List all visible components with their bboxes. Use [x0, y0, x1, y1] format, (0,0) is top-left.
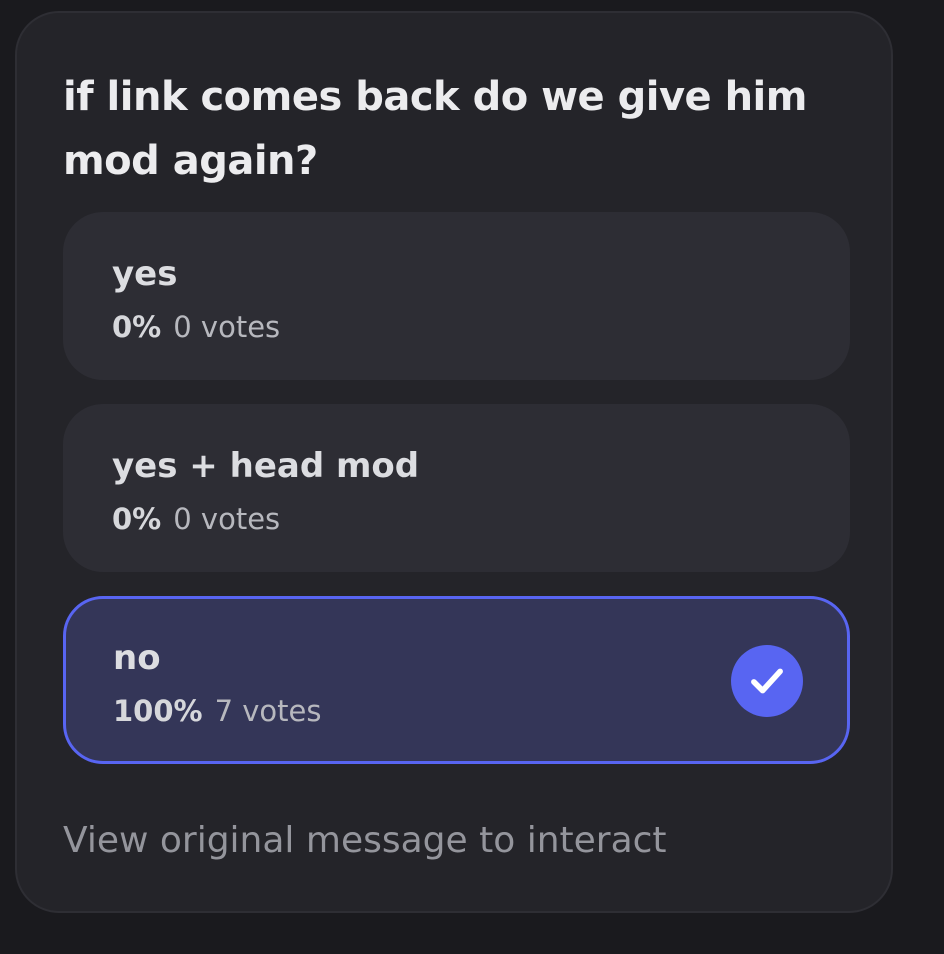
checkmark-icon	[731, 645, 803, 717]
poll-option-no[interactable]: no 100% 7 votes	[63, 596, 850, 764]
poll-option-percent: 0%	[112, 502, 162, 536]
poll-card: if link comes back do we give him mod ag…	[15, 11, 893, 913]
poll-option-votes: 0 votes	[173, 502, 281, 536]
poll-option-stats: 100% 7 votes	[113, 693, 322, 729]
checkmark-icon-glyph	[751, 668, 783, 694]
poll-option-label: yes	[112, 254, 178, 294]
poll-option-votes: 7 votes	[214, 694, 322, 728]
poll-option-percent: 0%	[112, 310, 162, 344]
poll-option-votes: 0 votes	[173, 310, 281, 344]
poll-option-yes-head-mod[interactable]: yes + head mod 0% 0 votes	[63, 404, 850, 572]
poll-option-percent: 100%	[113, 694, 203, 728]
poll-option-label: no	[113, 638, 161, 678]
view-original-message-text: View original message to interact	[63, 820, 667, 861]
poll-option-yes[interactable]: yes 0% 0 votes	[63, 212, 850, 380]
poll-option-label: yes + head mod	[112, 446, 420, 486]
poll-question: if link comes back do we give him mod ag…	[63, 74, 807, 184]
poll-option-stats: 0% 0 votes	[112, 501, 280, 537]
poll-option-stats: 0% 0 votes	[112, 309, 280, 345]
